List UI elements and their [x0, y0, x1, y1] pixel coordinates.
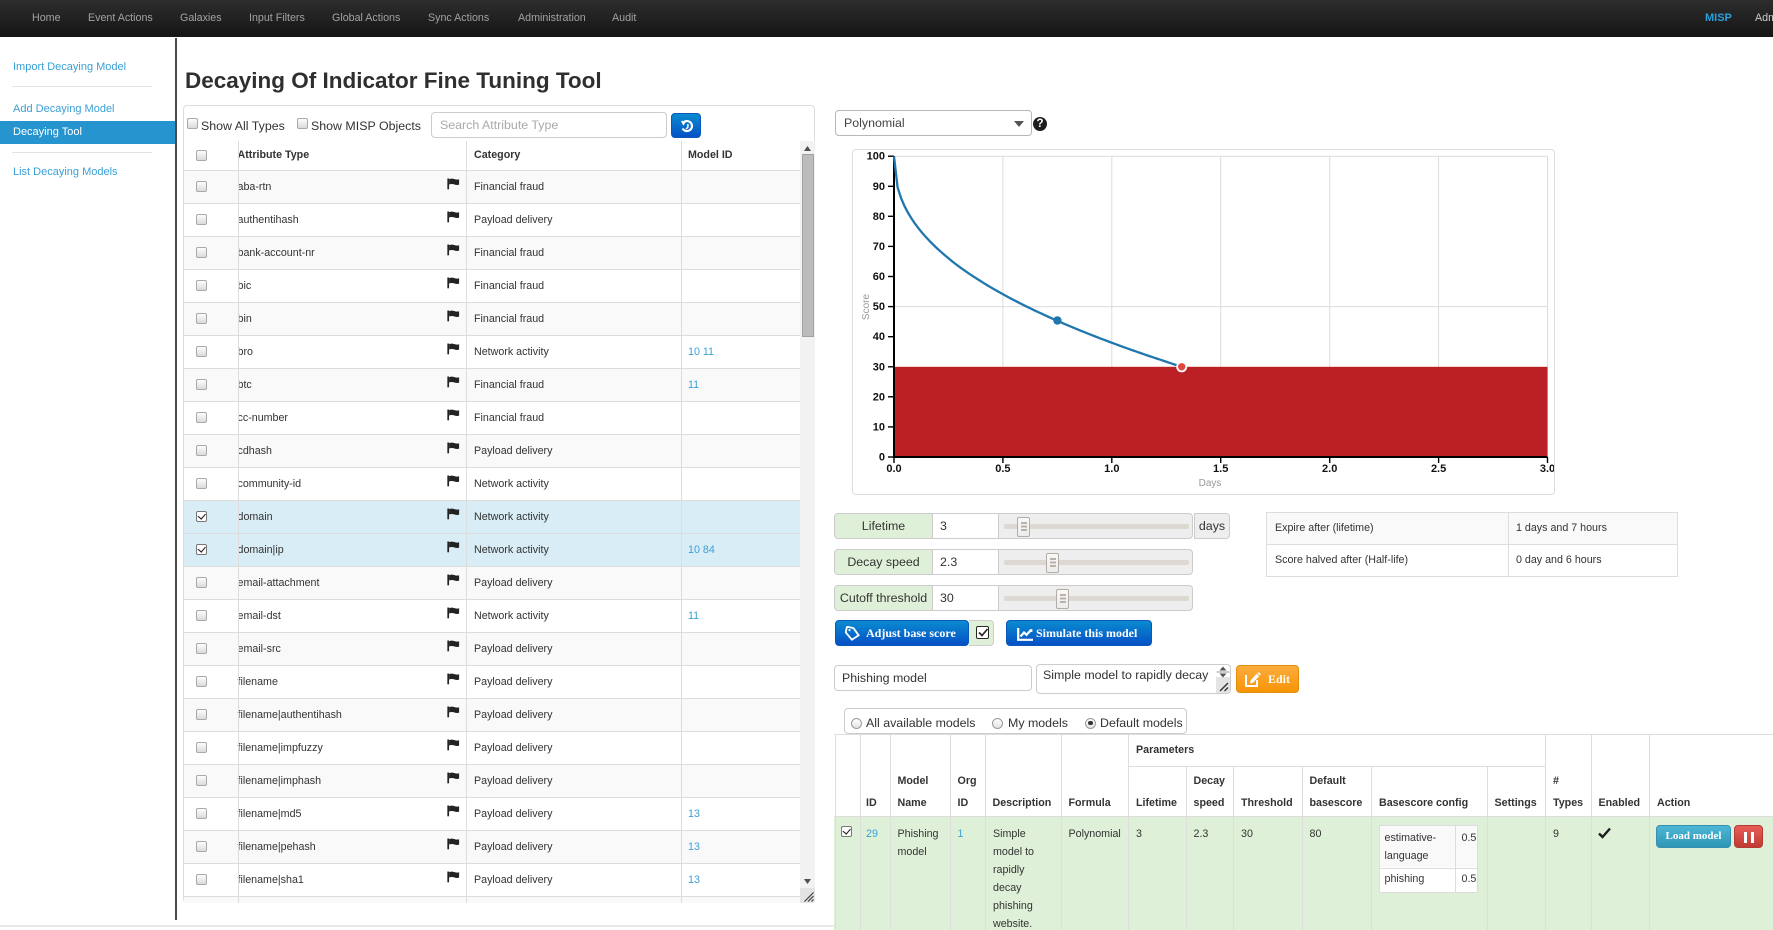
svg-text:1.0: 1.0	[1104, 463, 1119, 475]
svg-text:2.5: 2.5	[1431, 463, 1446, 475]
svg-text:100: 100	[867, 151, 885, 163]
svg-text:40: 40	[873, 331, 885, 343]
svg-text:60: 60	[873, 271, 885, 283]
svg-text:90: 90	[873, 181, 885, 193]
svg-text:80: 80	[873, 211, 885, 223]
svg-text:20: 20	[873, 391, 885, 403]
svg-text:Days: Days	[1199, 478, 1222, 489]
svg-text:0.5: 0.5	[995, 463, 1010, 475]
svg-text:50: 50	[873, 301, 885, 313]
svg-text:10: 10	[873, 421, 885, 433]
svg-text:0: 0	[879, 452, 885, 464]
svg-text:3.0: 3.0	[1540, 463, 1554, 475]
svg-text:30: 30	[873, 361, 885, 373]
svg-text:1.5: 1.5	[1213, 463, 1228, 475]
svg-text:2.0: 2.0	[1322, 463, 1337, 475]
svg-text:70: 70	[873, 241, 885, 253]
svg-text:Score: Score	[861, 294, 872, 321]
svg-text:0.0: 0.0	[886, 463, 901, 475]
